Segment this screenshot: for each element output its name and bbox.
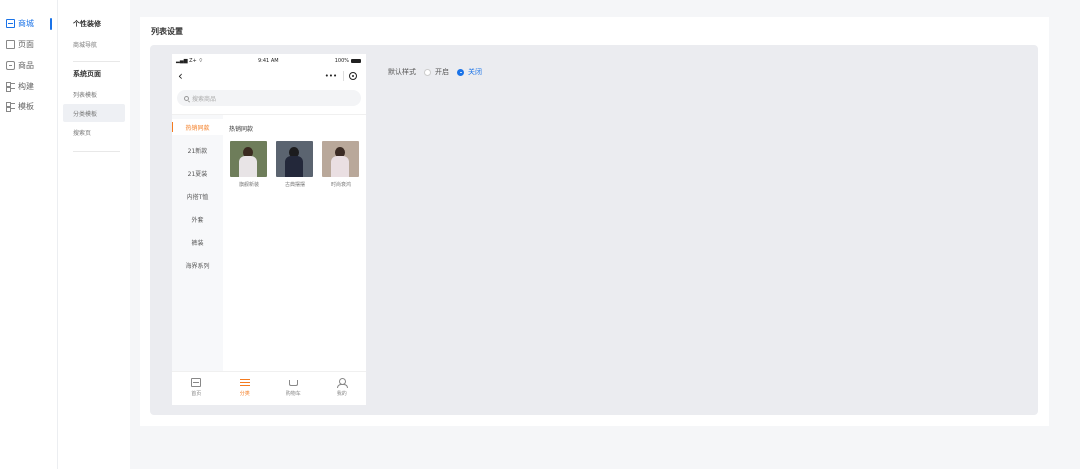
search-placeholder: 搜索商品	[192, 95, 217, 103]
category-item[interactable]: 热销同款	[172, 119, 223, 135]
section-title: 系统页面	[73, 70, 101, 78]
home-icon	[191, 378, 202, 387]
radio-on[interactable]: 开启	[424, 67, 449, 77]
sidebar-item-store-nav[interactable]: 商城导航	[63, 35, 125, 53]
radio-label: 开启	[435, 68, 449, 76]
preview-canvas: ▂▄▆ Z+ ⌔ 9:41 AM 100% ‹ ••• 搜索商品 热销同款 21…	[150, 45, 1038, 415]
battery-indicator: 100%	[335, 58, 361, 64]
nav-item-label: 构建	[18, 81, 34, 91]
category-icon	[239, 378, 250, 387]
nav-item-build[interactable]: 构建	[6, 79, 54, 93]
nav-item-store[interactable]: 商城	[6, 16, 54, 30]
tab-cart[interactable]: 购物车	[269, 372, 318, 405]
build-icon	[6, 81, 15, 92]
sidebar-item-search-page[interactable]: 搜索页	[63, 123, 125, 141]
category-list: 热销同款 21新款 21夏装 内搭T恤 外套 裤装 海界系列	[172, 115, 223, 371]
category-item[interactable]: 外套	[172, 211, 223, 227]
divider	[73, 151, 120, 152]
divider	[73, 61, 120, 62]
tab-category[interactable]: 分类	[221, 372, 270, 405]
active-indicator	[50, 18, 52, 30]
product-card[interactable]: 旗舰新装	[230, 141, 268, 188]
nav-item-label: 模板	[18, 101, 34, 111]
secondary-sidebar: 个性装修 商城导航 系统页面 列表模板 分类模板 搜索页	[58, 0, 130, 469]
nav-item-goods[interactable]: 商品	[6, 58, 54, 72]
divider	[342, 71, 344, 81]
tab-label: 首页	[191, 391, 202, 397]
phone-preview: ▂▄▆ Z+ ⌔ 9:41 AM 100% ‹ ••• 搜索商品 热销同款 21…	[172, 54, 366, 405]
category-item[interactable]: 21夏装	[172, 165, 223, 181]
cart-icon	[288, 380, 298, 386]
product-image	[322, 141, 359, 177]
product-image	[276, 141, 313, 177]
tab-label: 我的	[336, 391, 347, 397]
product-image	[230, 141, 267, 177]
tab-bar: 首页 分类 购物车 我的	[172, 371, 366, 405]
section-title: 个性装修	[73, 20, 101, 28]
store-icon	[6, 18, 15, 28]
product-name: 旗舰新装	[238, 182, 259, 188]
tab-mine[interactable]: 我的	[318, 372, 367, 405]
setting-label: 默认样式	[388, 68, 416, 76]
nav-item-page[interactable]: 页面	[6, 37, 54, 51]
tab-home[interactable]: 首页	[172, 372, 221, 405]
more-dots-icon[interactable]: •••	[325, 72, 337, 80]
tab-label: 分类	[239, 391, 250, 397]
radio-circle	[424, 68, 431, 76]
default-style-setting: 默认样式 开启 关闭	[388, 67, 482, 77]
page-title: 列表设置	[151, 27, 183, 36]
product-card[interactable]: 时尚衰鸿	[322, 141, 360, 188]
category-item[interactable]: 裤装	[172, 234, 223, 250]
section-title: 热销同款	[229, 126, 254, 133]
user-icon	[336, 378, 348, 388]
nav-item-label: 商城	[18, 18, 34, 28]
primary-sidebar: 商城 页面 商品 构建 模板	[0, 0, 58, 469]
signal-indicator: ▂▄▆ Z+ ⌔	[176, 58, 204, 64]
tab-label: 购物车	[285, 391, 301, 397]
search-input[interactable]: 搜索商品	[177, 90, 361, 106]
sidebar-item-category-template[interactable]: 分类模板	[63, 104, 125, 122]
nav-item-label: 商品	[18, 60, 34, 70]
nav-item-label: 页面	[18, 39, 34, 49]
product-name: 古典摆摆	[284, 182, 305, 188]
product-card[interactable]: 古典摆摆	[276, 141, 314, 188]
close-record-icon[interactable]	[349, 72, 358, 80]
mini-program-capsule: •••	[322, 68, 360, 84]
radio-circle	[457, 68, 464, 76]
category-item[interactable]: 21新款	[172, 142, 223, 158]
main-panel: 列表设置 ▂▄▆ Z+ ⌔ 9:41 AM 100% ‹ ••• 搜索商品 热销…	[140, 17, 1049, 426]
status-time: 9:41 AM	[258, 58, 279, 64]
nav-item-template[interactable]: 模板	[6, 99, 54, 113]
search-icon	[184, 95, 189, 101]
back-chevron-icon[interactable]: ‹	[178, 70, 183, 82]
category-item[interactable]: 海界系列	[172, 257, 223, 273]
sidebar-item-list-template[interactable]: 列表模板	[63, 85, 125, 103]
radio-off[interactable]: 关闭	[457, 67, 482, 77]
template-icon	[6, 101, 15, 112]
product-name: 时尚衰鸿	[330, 182, 351, 188]
battery-icon	[351, 59, 361, 63]
category-item[interactable]: 内搭T恤	[172, 188, 223, 204]
page-icon	[6, 39, 15, 49]
status-bar: ▂▄▆ Z+ ⌔ 9:41 AM 100%	[172, 56, 366, 66]
radio-label: 关闭	[468, 68, 482, 76]
goods-icon	[6, 60, 15, 70]
